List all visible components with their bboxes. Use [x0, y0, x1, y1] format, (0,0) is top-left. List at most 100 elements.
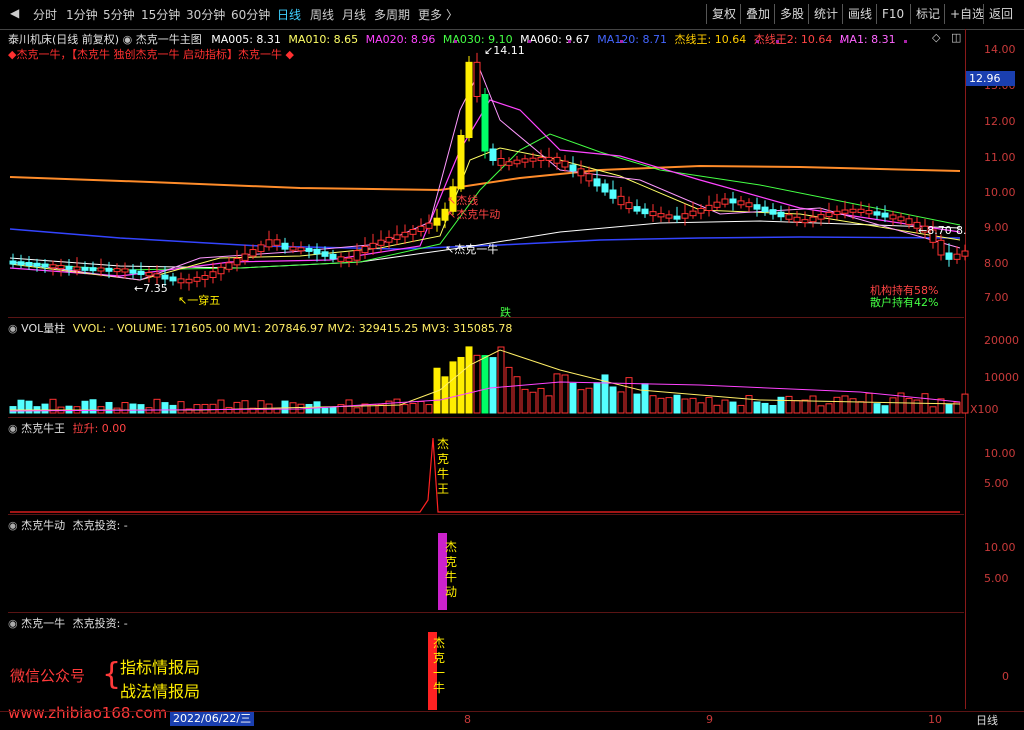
- volume-bar: [417, 400, 425, 414]
- volume-bar: [177, 401, 185, 414]
- candle: [537, 157, 545, 162]
- volume-bar: [225, 406, 233, 414]
- candle: [425, 222, 433, 229]
- fall-marker: 跌: [500, 306, 511, 319]
- volume-bar: [937, 398, 945, 414]
- right-trend-marker: 8.: [956, 224, 967, 237]
- candle: [153, 273, 161, 278]
- candle: [313, 248, 321, 255]
- candle: [193, 276, 201, 282]
- candle: [145, 272, 153, 277]
- panel-a-title[interactable]: 杰克牛王: [21, 422, 65, 435]
- candle: [945, 252, 953, 260]
- lasheng-line: [10, 437, 960, 513]
- volume-bar: [761, 402, 769, 414]
- retail-holding: 散户持有42%: [870, 296, 939, 309]
- volume-bar: [153, 398, 161, 414]
- candle: [753, 204, 761, 210]
- volume-values: VVOL: - VOLUME: 171605.00 MV1: 207846.97…: [72, 322, 513, 335]
- panel-menu-icon[interactable]: ◉: [8, 617, 21, 630]
- candle: [897, 216, 905, 222]
- volume-bar: [529, 391, 537, 414]
- candle: [729, 198, 737, 204]
- volume-bar: [801, 399, 809, 414]
- volume-bar: [905, 397, 913, 414]
- panel-menu-icon[interactable]: ◉: [8, 519, 21, 532]
- volume-bar: [961, 393, 969, 414]
- period-label[interactable]: 日线: [976, 712, 998, 728]
- candle: [585, 173, 593, 182]
- panel-menu-icon[interactable]: ◉: [8, 322, 21, 335]
- candle: [625, 202, 633, 210]
- candle: [417, 225, 425, 232]
- panel-c-value: 杰克投资: -: [72, 617, 128, 630]
- wechat-label: 微信公众号: [10, 667, 86, 685]
- candle: [497, 158, 505, 166]
- volume-bar: [561, 374, 569, 414]
- candle: [809, 216, 817, 223]
- volume-bar: [769, 405, 777, 414]
- panel-b-ytick: 5.00: [984, 572, 1009, 585]
- volume-bar: [857, 401, 865, 414]
- volume-bar: [441, 376, 449, 414]
- candle: [169, 276, 177, 282]
- volume-bar: [409, 402, 417, 414]
- panel-c-title[interactable]: 杰克一牛: [21, 617, 65, 630]
- volume-bar: [833, 396, 841, 414]
- volume-bar: [841, 395, 849, 414]
- volume-bar: [193, 404, 201, 414]
- panel-a-ytick: 5.00: [984, 477, 1009, 490]
- volume-bar: [729, 401, 737, 414]
- candle: [473, 61, 481, 97]
- candle: [641, 208, 649, 215]
- volume-bar: [329, 406, 337, 414]
- volume-bar: [585, 387, 593, 414]
- volume-bar: [169, 404, 177, 414]
- current-date-label: 2022/06/22/三: [170, 712, 255, 726]
- volume-bar: [569, 382, 577, 414]
- panel-b-title[interactable]: 杰克牛动: [21, 519, 65, 532]
- candle: [937, 239, 945, 256]
- volume-bar: [393, 398, 401, 414]
- panel-b-value: 杰克投资: -: [72, 519, 128, 532]
- candle: [569, 164, 577, 172]
- bull-move-marker: ↖杰克牛动: [447, 208, 501, 221]
- volume-bar: [753, 401, 761, 414]
- candle: [505, 161, 513, 166]
- volume-bar: [705, 396, 713, 414]
- candle: [657, 213, 665, 218]
- candle: [393, 234, 401, 240]
- high-marker: ↙14.11: [484, 44, 525, 57]
- volume-title[interactable]: VOL量柱: [21, 322, 65, 335]
- candle: [905, 218, 913, 225]
- volume-bar: [913, 399, 921, 414]
- candle: [177, 278, 185, 284]
- volume-bar: [609, 386, 617, 414]
- panel-a-header: ◉ 杰克牛王 拉升: 0.00: [8, 420, 126, 436]
- volume-bar: [521, 388, 529, 414]
- candle: [257, 244, 265, 253]
- candle: [889, 214, 897, 220]
- volume-bar: [689, 397, 697, 414]
- volume-bar: [945, 404, 953, 414]
- volume-bar: [41, 403, 49, 414]
- volume-bar: [121, 402, 129, 414]
- volume-bar: [201, 403, 209, 414]
- candle: [369, 242, 377, 249]
- main-chart-svg: [9, 40, 969, 710]
- bull-line-marker: ↖杰克一牛: [445, 243, 499, 256]
- candle: [361, 246, 369, 254]
- panel-menu-icon[interactable]: ◉: [8, 422, 21, 435]
- candle: [241, 253, 249, 261]
- month-tick: 8: [464, 713, 471, 726]
- volume-bar: [777, 396, 785, 414]
- candle: [745, 202, 753, 208]
- volume-bar: [721, 399, 729, 414]
- vol-ytick: 20000: [984, 334, 1019, 347]
- candle: [409, 229, 417, 235]
- candle: [633, 206, 641, 212]
- volume-bar: [873, 403, 881, 414]
- volume-bar: [641, 383, 649, 414]
- volume-bar: [401, 404, 409, 414]
- volume-bar: [881, 405, 889, 414]
